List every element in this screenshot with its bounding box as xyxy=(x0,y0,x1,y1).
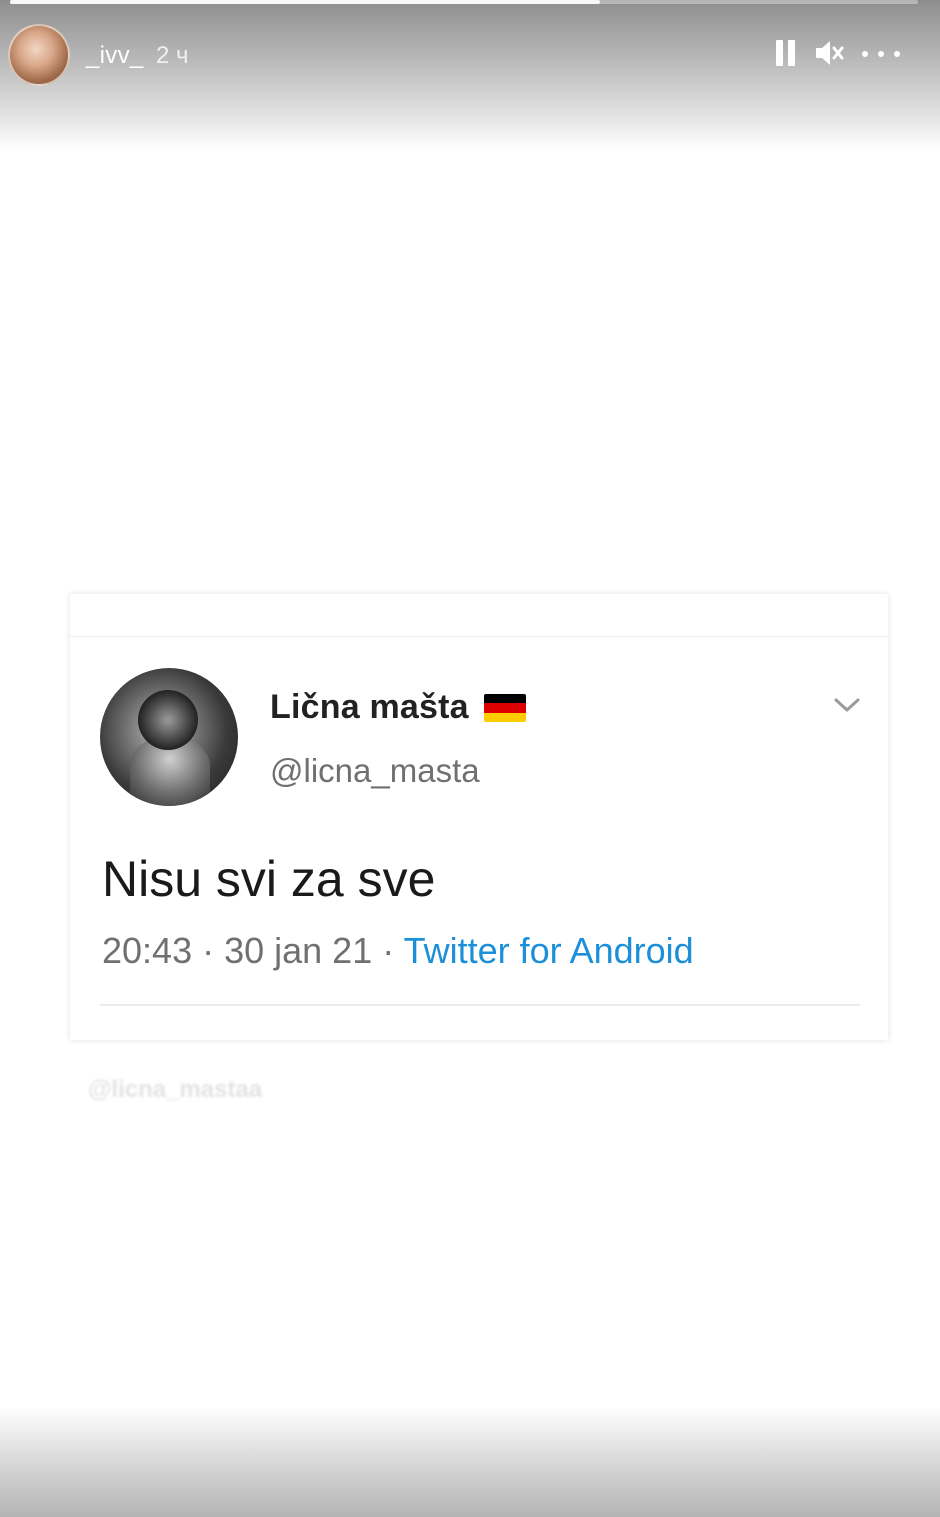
more-dot xyxy=(878,51,884,57)
avatar-figure-head xyxy=(138,690,198,750)
story-progress-bar xyxy=(10,0,918,4)
chevron-down-icon[interactable] xyxy=(830,692,864,718)
tweet-time: 20:43 xyxy=(102,930,193,971)
user-avatar[interactable] xyxy=(8,24,70,86)
story-time-ago: 2 ч xyxy=(156,42,189,69)
meta-separator: · xyxy=(372,930,404,971)
flag-stripe xyxy=(484,703,526,713)
tweet-author-avatar[interactable] xyxy=(100,668,238,806)
flag-stripe xyxy=(484,694,526,704)
mute-button[interactable] xyxy=(812,36,846,70)
flag-stripe xyxy=(484,712,526,722)
german-flag-icon xyxy=(484,694,526,722)
story-progress-fill xyxy=(10,0,601,4)
more-options-button[interactable] xyxy=(858,36,904,70)
tweet-meta: 20:43 · 30 jan 21 · Twitter for Android xyxy=(102,930,694,972)
card-divider xyxy=(100,1004,860,1006)
tweet-source-link[interactable]: Twitter for Android xyxy=(404,930,694,971)
pause-icon-bar-left xyxy=(776,40,783,66)
pause-button[interactable] xyxy=(770,36,804,70)
speaker-muted-icon xyxy=(816,41,844,65)
meta-separator: · xyxy=(192,930,225,971)
tweet-card[interactable]: Lična mašta @licna_masta Nisu svi za sve… xyxy=(70,594,888,1040)
tweet-text: Nisu svi za sve xyxy=(102,851,436,907)
story-header: _ivv_ 2 ч xyxy=(0,20,940,86)
bottom-gradient xyxy=(0,1407,940,1517)
more-dot xyxy=(894,51,900,57)
tweet-date: 30 jan 21 xyxy=(224,930,373,971)
more-dot xyxy=(862,51,868,57)
tweet-handle[interactable]: @licna_masta xyxy=(270,752,480,790)
story-username[interactable]: _ivv_ xyxy=(86,42,144,70)
pause-icon-bar-right xyxy=(788,40,795,66)
card-divider xyxy=(70,636,888,637)
tweet-display-name[interactable]: Lična mašta xyxy=(270,688,469,727)
story-viewer[interactable]: _ivv_ 2 ч Lična mašta @licna_masta Nisu … xyxy=(0,0,940,1517)
watermark-text: @licna_mastaa xyxy=(88,1076,263,1103)
